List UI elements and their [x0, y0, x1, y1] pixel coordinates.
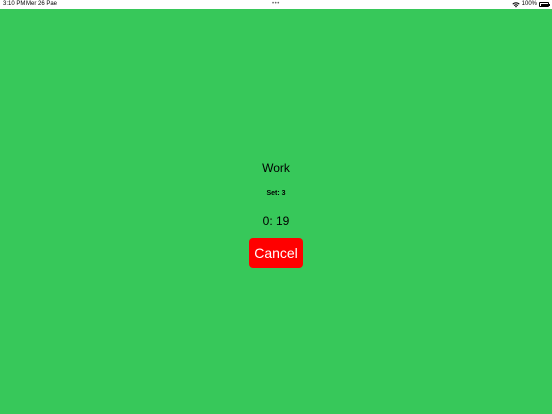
phase-label: Work [262, 161, 290, 175]
status-bar: 3:10 PM Mer 26 Pae ••• 100% [0, 0, 552, 9]
battery-percent: 100% [521, 1, 537, 7]
battery-icon [539, 2, 550, 7]
multitasking-dots-icon[interactable]: ••• [272, 0, 280, 9]
wifi-icon [512, 1, 520, 8]
timer-display: 0: 19 [262, 214, 290, 228]
status-right-group: 100% [512, 0, 550, 9]
workout-screen: Work Set: 3 0: 19 Cancel [0, 9, 552, 414]
cancel-button[interactable]: Cancel [249, 238, 303, 268]
set-label: Set: 3 [266, 190, 286, 197]
status-date: Mer 26 Pae [26, 1, 58, 7]
status-time: 3:10 PM [3, 1, 26, 7]
